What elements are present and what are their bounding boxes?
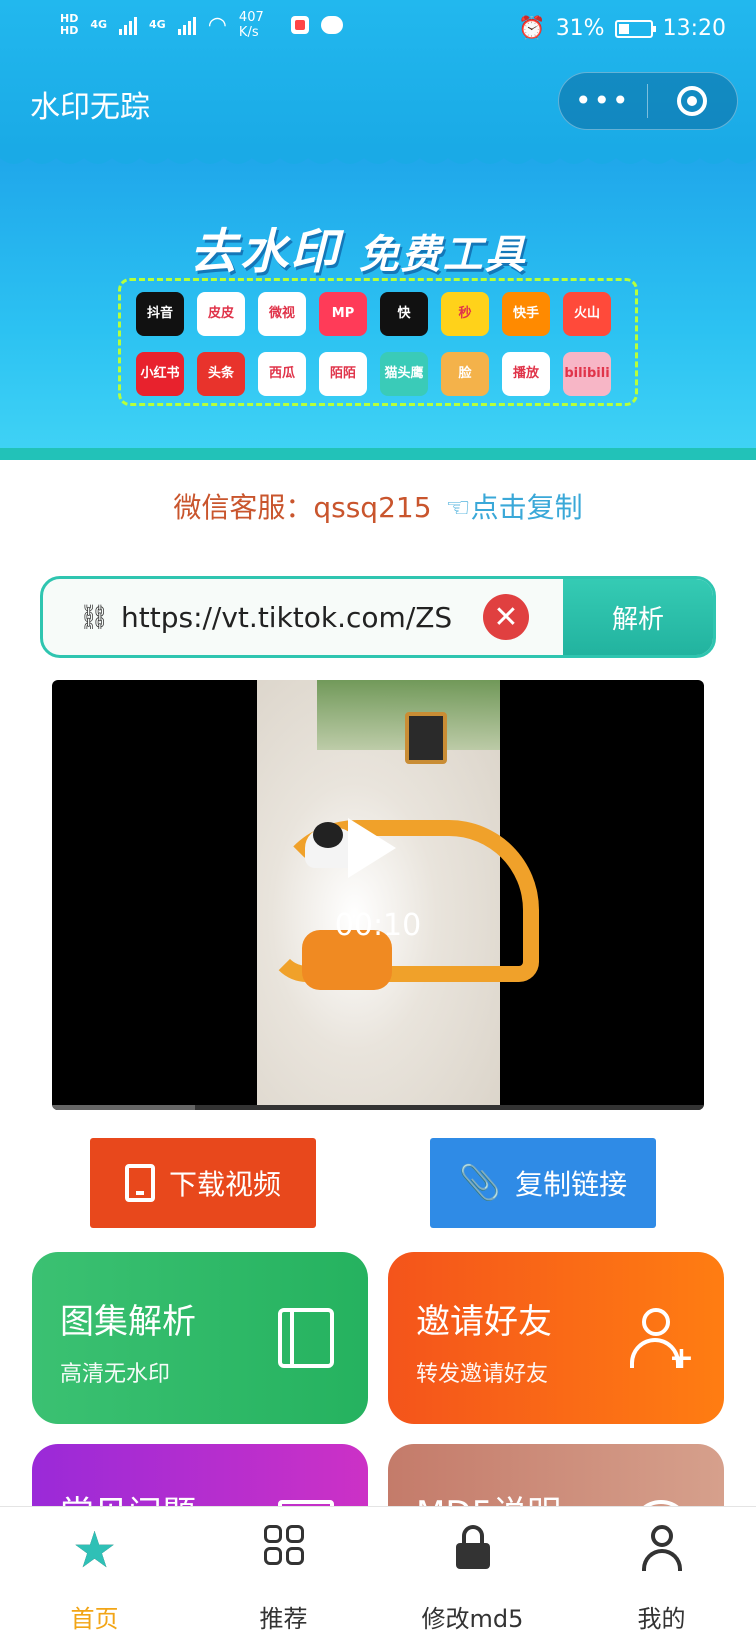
- miaopai-icon: 秒: [441, 292, 489, 336]
- alarm-icon: ⏰: [518, 16, 546, 41]
- copy-link-label: 复制链接: [515, 1168, 628, 1201]
- signal1-icon: [119, 15, 138, 35]
- card-title: 邀请好友: [416, 1302, 552, 1342]
- close-mini-program-button[interactable]: [648, 86, 738, 116]
- url-input[interactable]: [119, 599, 453, 635]
- promo-banner[interactable]: 去水印 免费工具 抖音 皮皮 微视 MP 快秒快手 火山小红书 头条 西瓜 陌陌 猫头鹰脸播放 bi…: [0, 150, 756, 450]
- tab-profile[interactable]: 我的: [567, 1507, 756, 1639]
- add-user-icon: +: [630, 1308, 694, 1374]
- card-subtitle: 高清无水印: [60, 1362, 171, 1387]
- status-bar: HD HD 4G 4G ◠ 407 K/s ⏰ 31% 13:20: [0, 0, 756, 58]
- xigua-icon: 西瓜: [258, 352, 306, 396]
- play-app-icon: 播放: [502, 352, 550, 396]
- mini-program-capsule: •••: [558, 72, 738, 130]
- message-notification-icon: [320, 16, 343, 34]
- paperclip-icon: 📎: [458, 1163, 502, 1203]
- owl-icon: 猫头鹰: [380, 352, 428, 396]
- video-thumbnail: [257, 680, 539, 1110]
- douyin-icon: 抖音: [136, 292, 184, 336]
- download-video-label: 下载视频: [168, 1168, 281, 1201]
- customer-service-label: 微信客服：qssq215: [173, 491, 432, 524]
- sim2-badge: HD: [60, 24, 79, 37]
- play-icon[interactable]: [348, 818, 396, 878]
- tab-label: 修改md5: [421, 1605, 524, 1633]
- video-player[interactable]: 00:10: [52, 680, 704, 1110]
- clear-input-button[interactable]: ✕: [483, 594, 529, 640]
- supported-apps-grid: 抖音 皮皮 微视 MP 快秒快手 火山小红书 头条 西瓜 陌陌 猫头鹰脸播放 bilibili: [136, 292, 626, 396]
- xiaohongshu-icon: 小红书: [136, 352, 184, 396]
- weishi-icon: 微视: [258, 292, 306, 336]
- copy-link-button[interactable]: 📎 复制链接: [430, 1138, 656, 1228]
- close-icon: ✕: [493, 599, 519, 635]
- url-parse-form: ⛓ ✕ 解析: [40, 576, 716, 658]
- person-icon: [641, 1525, 682, 1571]
- tab-home[interactable]: ★ 首页: [0, 1507, 189, 1639]
- app-notification-icon: [290, 16, 309, 34]
- invite-friends-card[interactable]: 邀请好友 转发邀请好友 +: [388, 1252, 724, 1424]
- mp-icon: MP: [319, 292, 367, 336]
- battery-percent: 31%: [555, 16, 605, 41]
- book-icon: [278, 1308, 334, 1368]
- battery-icon: [614, 19, 656, 38]
- kuaishou-icon: 快手: [502, 292, 550, 336]
- kuaishou-face-icon: 快: [380, 292, 428, 336]
- banner-title-sub: 免费工具: [358, 232, 527, 278]
- download-video-button[interactable]: 下载视频: [90, 1138, 316, 1228]
- gallery-parse-card[interactable]: 图集解析 高清无水印: [32, 1252, 368, 1424]
- card-subtitle: 转发邀请好友: [416, 1362, 549, 1387]
- signal2-icon: [177, 15, 196, 35]
- network1-label: 4G: [90, 18, 108, 31]
- customer-service-line: 微信客服：qssq215 ☜点击复制: [0, 486, 756, 526]
- momo-icon: 陌陌: [319, 352, 367, 396]
- wifi-icon: ◠: [207, 12, 227, 38]
- video-progress-fill: [52, 1105, 196, 1110]
- toutiao-icon: 头条: [197, 352, 245, 396]
- tab-recommend[interactable]: 推荐: [189, 1507, 378, 1639]
- tab-label: 首页: [70, 1605, 119, 1633]
- network2-label: 4G: [149, 18, 166, 31]
- copy-wechat-button[interactable]: ☜点击复制: [446, 491, 583, 524]
- wave-decoration: [0, 150, 756, 164]
- lock-icon: [455, 1525, 490, 1569]
- target-icon: [677, 86, 708, 116]
- face-app-icon: 脸: [441, 352, 489, 396]
- page-title: 水印无踪: [30, 90, 150, 125]
- clock: 13:20: [662, 16, 726, 41]
- grid-icon: [263, 1525, 304, 1565]
- bottom-tab-bar: ★ 首页 推荐 修改md5 我的: [0, 1506, 756, 1639]
- link-icon: ⛓: [79, 603, 110, 631]
- sim-badges: HD HD: [60, 13, 78, 37]
- banner-bottom-strip: [0, 448, 756, 460]
- banner-title: 去水印 免费工具: [190, 212, 527, 282]
- huoshan-icon: 火山: [563, 292, 611, 336]
- network-speed: 407 K/s: [238, 10, 264, 40]
- top-bar: HD HD 4G 4G ◠ 407 K/s ⏰ 31% 13:20 水印无踪 •…: [0, 0, 756, 150]
- more-menu-button[interactable]: •••: [559, 72, 647, 130]
- banner-title-main: 去水印: [190, 224, 341, 280]
- tab-label: 推荐: [259, 1605, 308, 1633]
- star-icon: ★: [72, 1521, 117, 1579]
- parse-button[interactable]: 解析: [563, 579, 713, 655]
- phone-icon: [124, 1164, 155, 1202]
- card-title: 图集解析: [60, 1302, 196, 1342]
- tab-modify-md5[interactable]: 修改md5: [378, 1507, 567, 1639]
- thumb-robot-head: [313, 822, 343, 848]
- tab-label: 我的: [637, 1605, 686, 1633]
- thumb-board: [405, 712, 447, 764]
- bilibili-icon: bilibili: [563, 352, 611, 396]
- pipi-icon: 皮皮: [197, 292, 245, 336]
- video-progress-bar[interactable]: [52, 1105, 704, 1110]
- video-duration: 00:10: [334, 908, 422, 943]
